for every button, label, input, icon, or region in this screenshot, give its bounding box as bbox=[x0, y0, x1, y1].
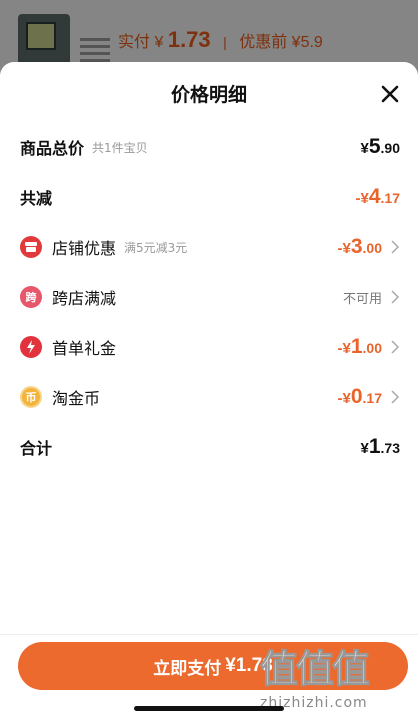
coin-int: 0 bbox=[350, 385, 363, 408]
first-order-gift-value: -¥1.00 bbox=[338, 335, 383, 359]
first-order-currency: -¥ bbox=[337, 340, 351, 357]
sum-value: ¥1.73 bbox=[361, 435, 401, 459]
store-discount-icon bbox=[20, 236, 42, 258]
row-store-discount[interactable]: 店铺优惠 满5元减3元 -¥3.00 bbox=[20, 232, 400, 262]
row-first-order-gift[interactable]: 首单礼金 -¥1.00 bbox=[20, 332, 400, 362]
coin-icon: 币 bbox=[20, 386, 42, 408]
chevron-right-icon bbox=[391, 390, 400, 404]
reduction-value: -¥4.17 bbox=[356, 185, 401, 209]
total-price-int: 5 bbox=[368, 135, 381, 158]
price-detail-sheet: 价格明细 商品总价 共1件宝贝 ¥5.90 共减 -¥4.17 店铺优惠 满5元… bbox=[0, 62, 418, 720]
coin-dec: .17 bbox=[362, 390, 382, 406]
sum-label: 合计 bbox=[20, 439, 53, 458]
taobao-coin-label: 淘金币 bbox=[52, 389, 101, 408]
chevron-right-icon bbox=[391, 240, 400, 254]
total-price-currency: ¥ bbox=[360, 140, 369, 157]
first-order-int: 1 bbox=[350, 335, 363, 358]
cross-store-icon: 跨 bbox=[20, 286, 42, 308]
lightning-icon bbox=[20, 336, 42, 358]
reduction-label: 共减 bbox=[20, 189, 53, 208]
sheet-title: 价格明细 bbox=[170, 84, 247, 106]
total-price-value: ¥5.90 bbox=[361, 135, 401, 159]
chevron-right-icon bbox=[391, 340, 400, 354]
first-order-dec: .00 bbox=[362, 340, 382, 356]
chevron-right-icon bbox=[391, 290, 400, 304]
reduction-int: 4 bbox=[368, 185, 381, 208]
total-items-count: 共1件宝贝 bbox=[92, 140, 148, 155]
cross-store-status: 不可用 bbox=[342, 291, 382, 307]
first-order-gift-label: 首单礼金 bbox=[52, 339, 117, 358]
coin-currency: -¥ bbox=[337, 390, 351, 407]
cross-store-label: 跨店满减 bbox=[52, 289, 117, 308]
sum-int: 1 bbox=[368, 435, 381, 458]
close-icon[interactable] bbox=[380, 84, 400, 104]
row-cross-store[interactable]: 跨 跨店满减 不可用 bbox=[20, 282, 400, 312]
store-discount-currency: -¥ bbox=[337, 240, 351, 257]
store-discount-label: 店铺优惠 bbox=[52, 239, 117, 258]
row-total-price: 商品总价 共1件宝贝 ¥5.90 bbox=[20, 132, 400, 162]
store-discount-int: 3 bbox=[350, 235, 363, 258]
store-discount-dec: .00 bbox=[362, 240, 382, 256]
reduction-currency: -¥ bbox=[355, 190, 369, 207]
sum-dec: .73 bbox=[380, 440, 400, 456]
watermark-logo: 值值值 bbox=[260, 647, 371, 692]
footer-divider bbox=[0, 634, 418, 635]
reduction-dec: .17 bbox=[380, 190, 400, 206]
row-total-reduction: 共减 -¥4.17 bbox=[20, 182, 400, 212]
sum-currency: ¥ bbox=[360, 440, 369, 457]
home-indicator bbox=[134, 706, 284, 711]
store-discount-value: -¥3.00 bbox=[338, 235, 383, 259]
taobao-coin-value: -¥0.17 bbox=[338, 385, 383, 409]
pay-now-label: 立即支付 bbox=[153, 658, 222, 679]
row-taobao-coin[interactable]: 币 淘金币 -¥0.17 bbox=[20, 382, 400, 412]
total-price-label: 商品总价 bbox=[20, 139, 85, 158]
total-price-dec: .90 bbox=[380, 140, 400, 156]
row-sum: 合计 ¥1.73 bbox=[20, 432, 400, 462]
store-discount-rule: 满5元减3元 bbox=[124, 240, 188, 255]
